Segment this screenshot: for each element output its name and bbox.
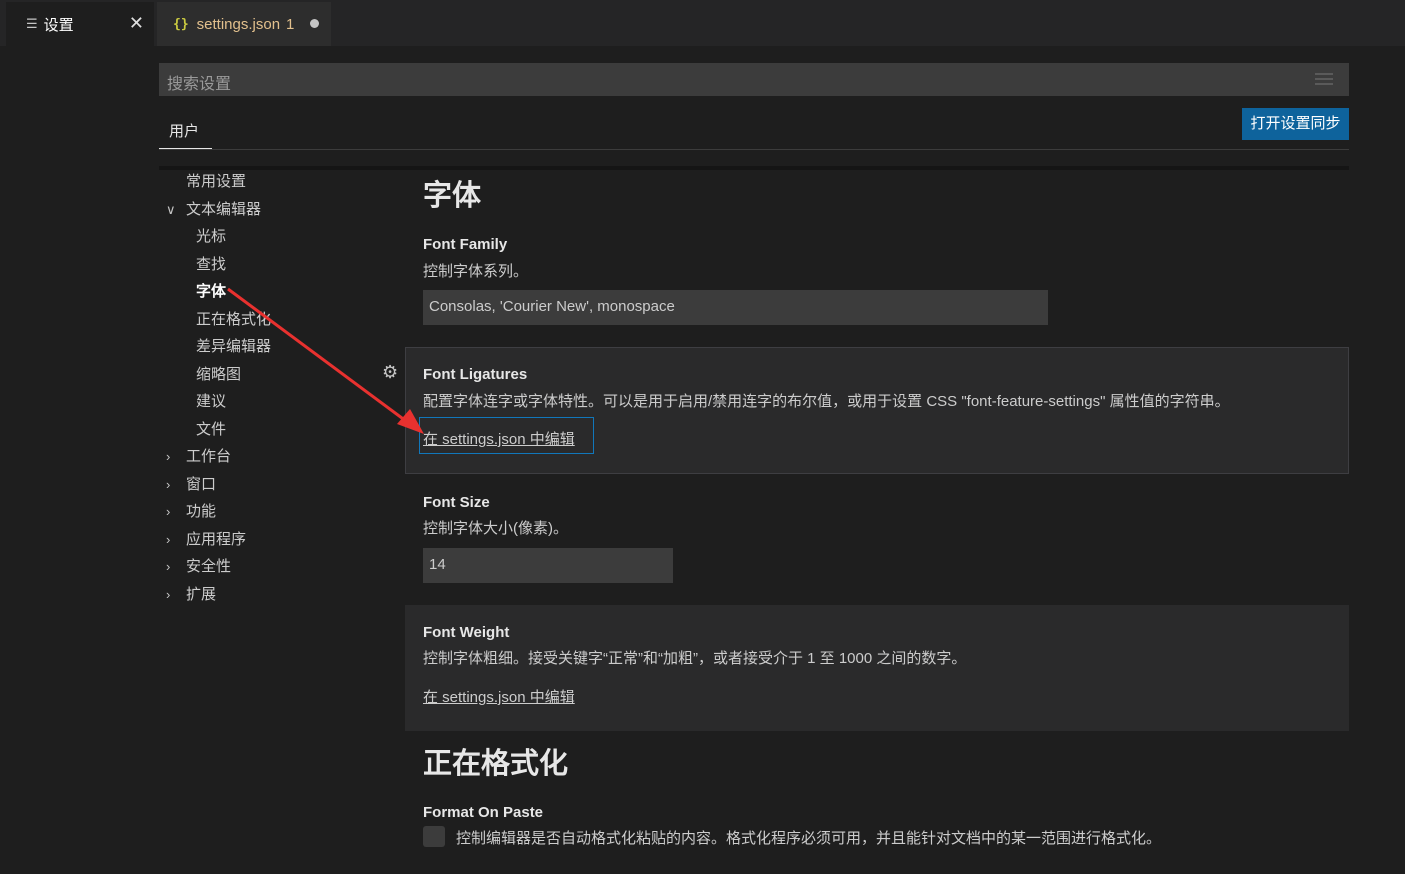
toc-item-features[interactable]: 功能 [186,501,216,523]
format-on-paste-checkbox[interactable] [423,826,445,847]
font-weight-title: Font Weight [423,624,510,641]
toc-item-window[interactable]: 窗口 [186,474,216,496]
search-settings-input[interactable]: 搜索设置 [159,63,1349,96]
toc-item-font[interactable]: 字体 [196,281,226,303]
problem-count-badge: 1 [286,15,295,33]
tab-user[interactable]: 用户 [159,112,212,149]
chevron-down-icon[interactable]: ∨ [166,199,176,221]
font-ligatures-title: Font Ligatures [423,366,528,383]
font-size-input[interactable]: 14 [423,548,673,583]
toc-item-security[interactable]: 安全性 [186,556,231,578]
toc-item-files[interactable]: 文件 [196,419,226,441]
toc-item-common[interactable]: 常用设置 [186,171,246,193]
format-on-paste-description: 控制编辑器是否自动格式化粘贴的内容。格式化程序必须可用，并且能针对文档中的某一范… [456,830,1162,847]
edit-in-settings-json-link[interactable]: 在 settings.json 中编辑 [423,686,575,707]
format-on-paste-title: Format On Paste [423,804,544,821]
toc-item-diff-editor[interactable]: 差异编辑器 [196,336,271,358]
tab-settings[interactable]: ☰ 设置 ✕ [6,2,154,46]
json-braces-icon: {} [173,16,189,32]
chevron-right-icon[interactable]: › [166,474,170,496]
tab-settings-label: 设置 [43,16,74,34]
toc-item-application[interactable]: 应用程序 [186,529,246,551]
toc-item-find[interactable]: 查找 [196,254,226,276]
filter-icon[interactable] [1315,73,1333,85]
font-weight-description: 控制字体粗细。接受关键字“正常”和“加粗”，或者接受介于 1 至 1000 之间… [423,650,967,667]
search-placeholder: 搜索设置 [167,76,232,93]
toc-item-cursor[interactable]: 光标 [196,226,226,248]
section-title-font: 字体 [423,180,482,212]
font-family-title: Font Family [423,236,508,253]
content-shadow [159,166,1349,170]
tab-json-label: settings.json [196,15,281,33]
font-family-description: 控制字体系列。 [423,263,529,280]
font-family-input[interactable]: Consolas, 'Courier New', monospace [423,290,1048,325]
chevron-right-icon[interactable]: › [166,501,170,523]
font-size-title: Font Size [423,494,490,511]
edit-in-settings-json-link[interactable]: 在 settings.json 中编辑 [423,428,575,449]
chevron-right-icon[interactable]: › [166,446,170,468]
chevron-right-icon[interactable]: › [166,584,170,606]
toc-item-workbench[interactable]: 工作台 [186,446,231,468]
toc-item-suggestions[interactable]: 建议 [196,391,226,413]
toc-item-minimap[interactable]: 缩略图 [196,364,241,386]
unsaved-dot-icon[interactable] [310,19,319,28]
toc-item-extensions[interactable]: 扩展 [186,584,216,606]
font-size-description: 控制字体大小(像素)。 [423,520,568,537]
header-divider [159,149,1349,150]
toc-item-text-editor[interactable]: 文本编辑器 [186,199,261,221]
open-settings-sync-button[interactable]: 打开设置同步 [1242,108,1349,140]
close-icon[interactable]: ✕ [129,13,144,34]
gear-icon[interactable]: ⚙ [382,362,398,383]
chevron-right-icon[interactable]: › [166,529,170,551]
chevron-right-icon[interactable]: › [166,556,170,578]
toc-item-formatting[interactable]: 正在格式化 [196,309,271,331]
font-weight-setting [405,605,1349,731]
section-title-formatting: 正在格式化 [423,748,569,780]
tab-settings-json[interactable]: {} settings.json 1 [157,2,331,46]
editor-tab-bar: ☰ 设置 ✕ {} settings.json 1 [0,0,1405,46]
font-ligatures-description: 配置字体连字或字体特性。可以是用于启用/禁用连字的布尔值，或用于设置 CSS "… [423,393,1230,410]
settings-list-icon: ☰ [26,16,38,31]
